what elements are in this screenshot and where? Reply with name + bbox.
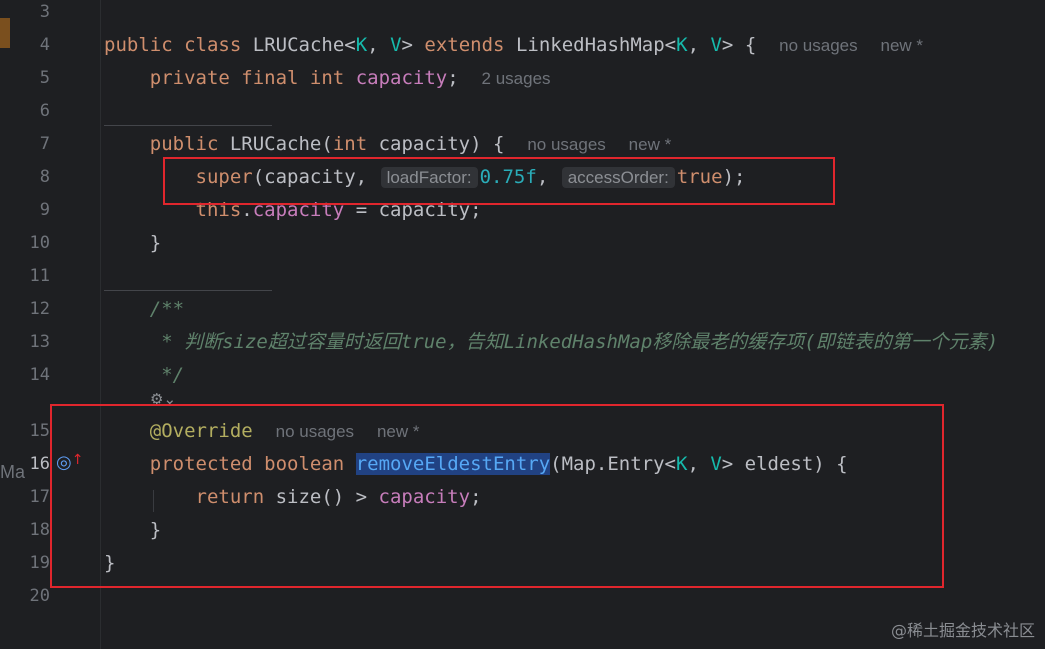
keyword: class [184, 34, 242, 56]
line-number: 17 [29, 487, 50, 507]
line-number-current: 16 [29, 454, 50, 474]
line-number: 20 [29, 586, 50, 606]
punct: ( [321, 133, 333, 155]
comment: /** [149, 298, 185, 320]
line-number: 9 [39, 200, 50, 220]
author-hint[interactable]: new * [629, 135, 672, 154]
line-number: 14 [29, 365, 50, 385]
line-number: 15 [29, 421, 50, 441]
keyword: public [104, 34, 173, 56]
line-number: 5 [39, 68, 50, 88]
line-number: 19 [29, 553, 50, 573]
type-param: V [710, 34, 722, 56]
type-param: V [390, 34, 402, 56]
code-line-14[interactable]: */ [104, 359, 184, 392]
punct: { [733, 34, 757, 56]
line-number: 7 [39, 134, 50, 154]
punct: < [344, 34, 356, 56]
highlight-box-constructor [163, 157, 835, 205]
param: capacity) { [367, 133, 505, 155]
comment: * 判断size超过容量时返回true，告知LinkedHashMap移除最老的… [149, 331, 999, 353]
method-separator [104, 290, 272, 291]
class-name: LRUCache [252, 34, 345, 56]
line-number: 8 [39, 167, 50, 187]
code-line-12[interactable]: /** [104, 293, 184, 326]
keyword: extends [424, 34, 505, 56]
punct: ; [447, 67, 459, 89]
code-line-5[interactable]: private final int capacity; 2 usages [104, 62, 551, 95]
line-number: 3 [39, 2, 50, 22]
line-number: 12 [29, 299, 50, 319]
line-number: 10 [29, 233, 50, 253]
field-name: capacity [355, 67, 448, 89]
keyword: public [149, 133, 219, 155]
code-line-4[interactable]: public class LRUCache<K, V> extends Link… [104, 29, 923, 62]
punct: , [367, 34, 391, 56]
line-number: 11 [29, 266, 50, 286]
keyword: private final int [149, 67, 345, 89]
brace: } [149, 232, 162, 254]
punct: < [664, 34, 677, 56]
punct: , [687, 34, 711, 56]
line-number: 18 [29, 520, 50, 540]
punct: > [401, 34, 413, 56]
usages-hint[interactable]: no usages [779, 36, 857, 55]
parent-class: LinkedHashMap [515, 34, 665, 56]
line-number: 13 [29, 332, 50, 352]
punct: > [721, 34, 734, 56]
method-separator [104, 125, 272, 126]
author-hint[interactable]: new * [881, 36, 924, 55]
code-line-10[interactable]: } [104, 227, 161, 260]
line-number: 6 [39, 101, 50, 121]
usages-hint[interactable]: no usages [527, 135, 605, 154]
type-param: K [676, 34, 688, 56]
line-number: 4 [39, 35, 50, 55]
keyword: int [332, 133, 368, 155]
constructor-name: LRUCache [229, 133, 322, 155]
usages-hint[interactable]: 2 usages [482, 69, 551, 88]
watermark: @稀土掘金技术社区 [890, 621, 1035, 640]
comment: */ [149, 364, 185, 386]
highlight-box-override [50, 404, 944, 588]
type-param: K [355, 34, 368, 56]
code-line-13[interactable]: * 判断size超过容量时返回true，告知LinkedHashMap移除最老的… [104, 326, 998, 359]
